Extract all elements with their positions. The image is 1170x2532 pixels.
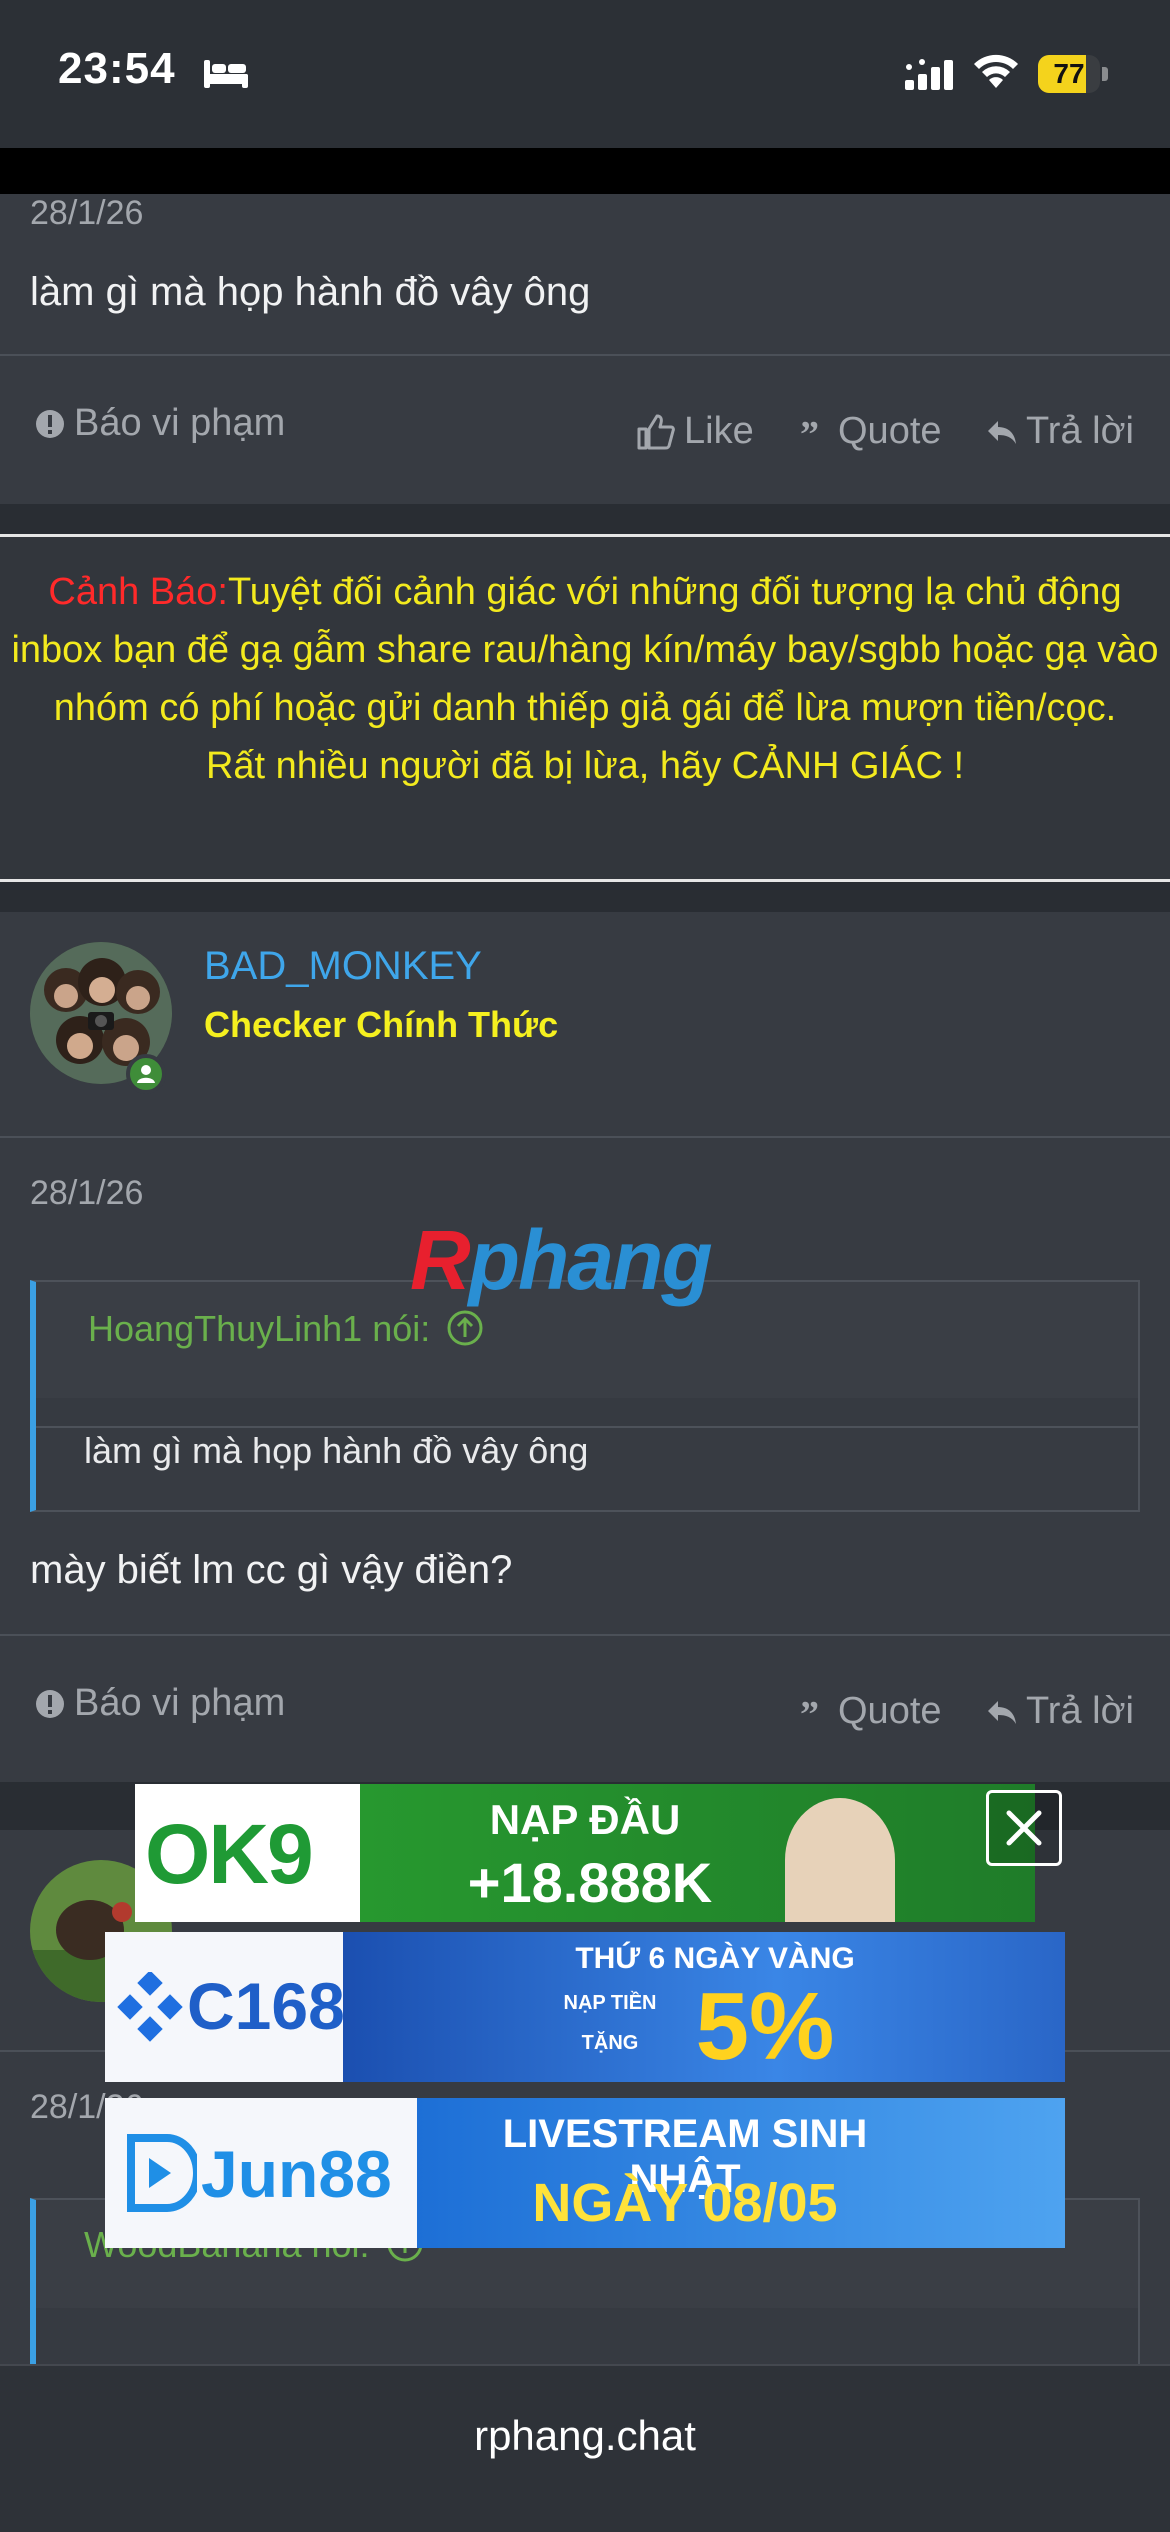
svg-text:”: ” [800,417,819,447]
reply-icon [988,420,1016,444]
user-title: Checker Chính Thức [204,1004,559,1045]
signal-icon [905,59,953,90]
user-icon [137,1065,155,1083]
battery-body: 77 [1038,55,1100,93]
username[interactable]: BAD_MONKEY [204,944,482,989]
thumbs-up-icon [637,414,675,449]
post-divider [0,354,1170,356]
online-status-icon [126,1054,166,1094]
like-button[interactable]: Like [636,410,754,453]
reply-label: Trả lời [1026,410,1134,452]
site-watermark-logo: Rphang [410,1213,713,1307]
status-bar: 23:54 77 [0,0,1170,148]
status-time: 23:54 [58,44,176,93]
report-label: Báo vi phạm [74,1682,286,1724]
ad-banner-jun88[interactable]: Jun88 LIVESTREAM SINH NHẬT NGÀY 08/05 [105,2098,1065,2248]
ad-small-label-2: TẶNG [581,2032,639,2054]
ad-model-image [785,1798,895,1922]
warning-banner: Cảnh Báo:Tuyệt đối cảnh giác với những đ… [0,534,1170,882]
ad-close-button[interactable] [986,1790,1062,1866]
warning-text-block: Cảnh Báo:Tuyệt đối cảnh giác với những đ… [10,563,1160,795]
warning-line-2: Rất nhiều người đã bị lừa, hãy CẢNH GIÁC… [205,745,964,787]
svg-text:”: ” [800,1697,819,1727]
quote-button[interactable]: ” Quote [798,410,942,453]
ad-banner-ok9[interactable]: OK9 NẠP ĐẦU +18.888K [135,1784,1035,1922]
ad-date: NGÀY 08/05 [532,2173,838,2233]
ad-brand: OK9 [145,1807,314,1901]
report-link[interactable]: Báo vi phạm [34,1682,285,1725]
quote-icon: ” [800,417,819,447]
close-icon [1006,1810,1042,1846]
ad-percent: 5% [695,1973,835,2080]
battery-percent: 77 [1053,58,1085,89]
url-text[interactable]: rphang.chat [0,2412,1170,2460]
quote-icon: ” [800,1697,819,1727]
post-text: mày biết lm cc gì vậy điền? [30,1548,513,1592]
battery-tip [1102,67,1108,81]
c168-logo-icon [117,1972,183,2042]
bed-icon [204,60,248,88]
battery-icon: 77 [1038,55,1110,93]
report-link[interactable]: Báo vi phạm [34,402,285,445]
ad-offer: +18.888K [467,1851,713,1914]
quote-label: Quote [838,1690,942,1732]
header-strip [0,148,1170,194]
reply-button[interactable]: Trả lời [986,1690,1134,1733]
browser-address-bar[interactable]: rphang.chat [0,2364,1170,2532]
report-icon [36,1689,64,1718]
post-date[interactable]: 28/1/26 [30,194,143,233]
ad-headline: NẠP ĐẦU [489,1796,681,1843]
like-label: Like [684,410,754,452]
ad-banner-c168[interactable]: C168 THỨ 6 NGÀY VÀNG NẠP TIỀN TẶNG 5% [105,1932,1065,2082]
post-divider [0,1136,1170,1138]
quote-button[interactable]: ” Quote [798,1690,942,1733]
post-date[interactable]: 28/1/26 [30,1174,143,1213]
report-label: Báo vi phạm [74,402,286,444]
quote-label: Quote [838,410,942,452]
report-icon [36,409,64,438]
jun88-logo-icon [127,2134,197,2212]
quote-frame [30,1280,1140,1512]
wifi-icon [974,54,1018,88]
post-text: làm gì mà họp hành đồ vây ông [30,270,591,314]
reply-button[interactable]: Trả lời [986,410,1134,453]
ad-small-label: NẠP TIỀN [563,1992,657,2014]
post-2: BAD_MONKEY Checker Chính Thức 28/1/26 Ho… [0,912,1170,1782]
post-divider [0,1634,1170,1636]
ad-brand: Jun88 [201,2137,392,2211]
reply-icon [988,1700,1016,1724]
reply-label: Trả lời [1026,1690,1134,1732]
ad-brand: C168 [187,1969,345,2043]
ad-headline: THỨ 6 NGÀY VÀNG [575,1942,855,1975]
warning-label: Cảnh Báo: [48,571,228,613]
post-1: 28/1/26 làm gì mà họp hành đồ vây ông Bá… [0,194,1170,504]
